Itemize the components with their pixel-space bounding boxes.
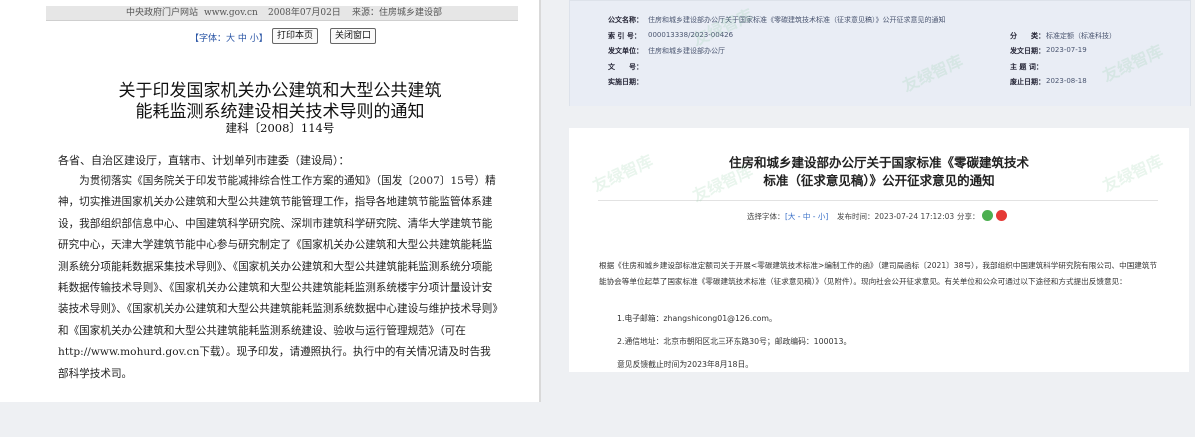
meta-impl-key: 实施日期： bbox=[608, 78, 643, 86]
meta-index-key: 索 引 号： bbox=[608, 32, 641, 40]
meta-expire-key: 废止日期： bbox=[1010, 78, 1045, 86]
right-deadline: 意见反馈截止时间为2023年8月18日。 bbox=[617, 360, 754, 369]
left-doc-number: 建科〔2008〕114号 bbox=[225, 121, 335, 135]
meta-expire-val: 2023-08-18 bbox=[1046, 77, 1087, 85]
meta-topic-key: 主 题 词： bbox=[1010, 63, 1043, 71]
right-title-line1: 住房和城乡建设部办公厅关于国家标准《零碳建筑技术 bbox=[728, 155, 1029, 170]
meta-issuer-val: 住房和城乡建设部办公厅 bbox=[648, 47, 725, 55]
meta-docname-val: 住房和城乡建设部办公厅关于国家标准《零碳建筑技术标准（征求意见稿）》公开征求意见… bbox=[648, 16, 946, 24]
right-item-email: 1.电子邮箱：zhangshicong01@126.com。 bbox=[617, 314, 777, 323]
meta-from: 来源：住房城乡建设部 bbox=[352, 8, 443, 18]
left-panel-divider bbox=[539, 0, 541, 402]
meta-pubdate-val: 2023-07-19 bbox=[1046, 46, 1087, 54]
meta-class-val: 标准定额（标准科技） bbox=[1046, 32, 1116, 40]
right-panel-gap bbox=[569, 106, 1191, 128]
left-body-text: 为贯彻落实《国务院关于印发节能减排综合性工作方案的通知》（国发〔2007〕15号… bbox=[58, 175, 498, 380]
publish-time: 发布时间：2023-07-24 17:12:03 bbox=[837, 212, 955, 221]
share-label: 分享： bbox=[957, 212, 980, 221]
right-title-line2: 标准（征求意见稿）》公开征求意见的通知 bbox=[763, 173, 995, 188]
font-size-selector[interactable]: 【字体：大 中 小】 bbox=[190, 31, 268, 44]
meta-docnum-key: 文 号： bbox=[608, 63, 643, 71]
left-document-panel: 中央政府门户网站 www.gov.cn 2008年07月02日 来源：住房城乡建… bbox=[0, 0, 540, 402]
wechat-share-icon[interactable] bbox=[982, 210, 993, 221]
left-meta-bar: 中央政府门户网站 www.gov.cn 2008年07月02日 来源：住房城乡建… bbox=[46, 6, 518, 21]
right-paragraph: 根据《住房和城乡建设部标准定额司关于开展<零碳建筑技术标准>编制工作的函》（建司… bbox=[599, 261, 1158, 286]
left-title-line2: 能耗监测系统建设相关技术导则的通知 bbox=[135, 102, 425, 122]
left-salutation: 各省、自治区建设厅，直辖市、计划单列市建委（建设局）： bbox=[58, 154, 350, 167]
meta-source: 中央政府门户网站 bbox=[126, 8, 199, 18]
bottom-background bbox=[0, 402, 1195, 437]
weibo-share-icon[interactable] bbox=[996, 210, 1007, 221]
meta-site[interactable]: www.gov.cn bbox=[204, 6, 258, 20]
meta-class-key: 分 类： bbox=[1010, 32, 1045, 40]
right-meta-card: 公文名称： 住房和城乡建设部办公厅关于国家标准《零碳建筑技术标准（征求意见稿）》… bbox=[569, 0, 1191, 108]
meta-issuer-key: 发文单位： bbox=[608, 47, 643, 55]
close-window-button[interactable]: 关闭窗口 bbox=[330, 28, 377, 44]
right-item-address: 2.通信地址：北京市朝阳区北三环东路30号；邮政编码：100013。 bbox=[617, 337, 852, 346]
print-button[interactable]: 打印本页 bbox=[272, 28, 319, 44]
font-select-options[interactable]: [大 - 中 - 小] bbox=[785, 211, 828, 222]
meta-date: 2008年07月02日 bbox=[268, 8, 341, 18]
font-select-label: 选择字体： bbox=[747, 212, 785, 221]
meta-pubdate-key: 发文日期： bbox=[1010, 47, 1045, 55]
meta-index-val: 000013338/2023-00426 bbox=[648, 31, 734, 39]
meta-docname-key: 公文名称： bbox=[608, 16, 643, 24]
right-title-divider bbox=[598, 200, 1158, 201]
